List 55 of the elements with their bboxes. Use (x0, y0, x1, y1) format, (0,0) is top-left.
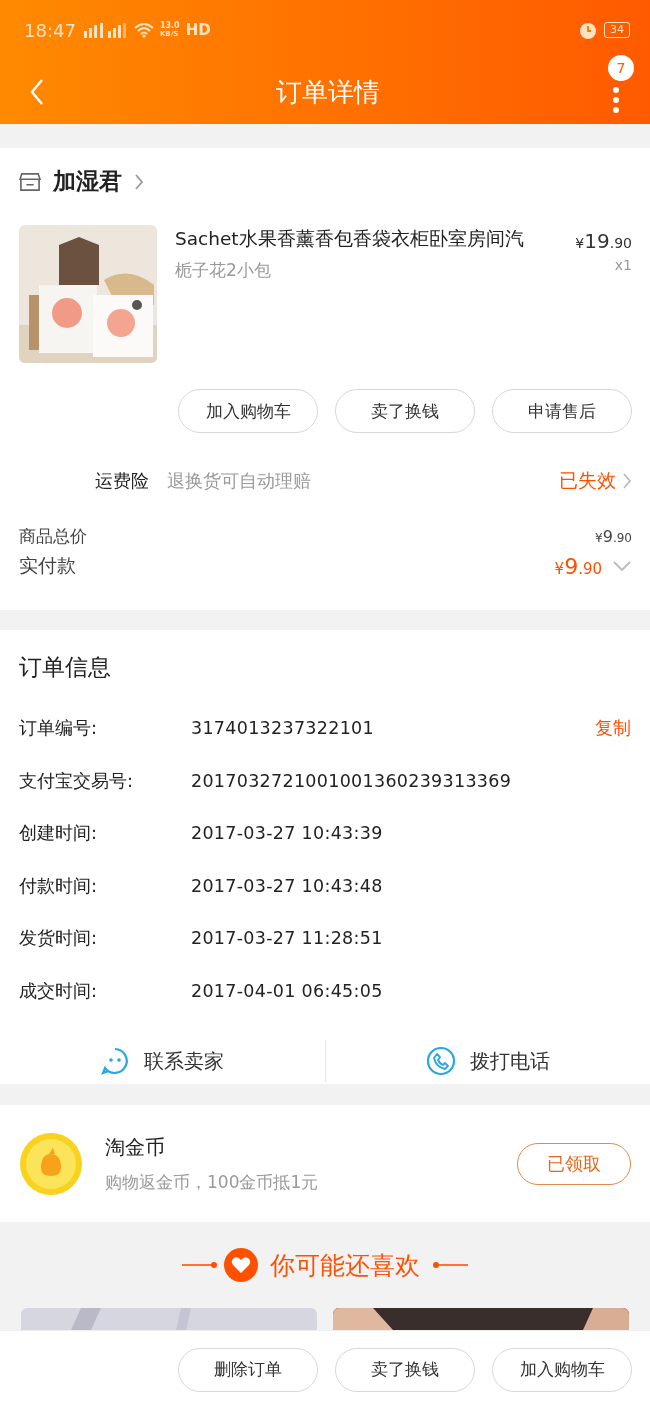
hd-indicator: HD (185, 21, 211, 39)
info-label: 创建时间: (19, 821, 99, 846)
contact-link[interactable]: 联系卖家 (144, 1047, 225, 1075)
info-value: 2017-03-27 11:28:51 (191, 928, 383, 949)
signal-icon (81, 22, 128, 38)
coins-title: 淘金币 (105, 1133, 166, 1161)
action-button[interactable]: 卖了换钱 (335, 389, 475, 433)
chat-icon[interactable] (100, 1046, 131, 1076)
coins-description: 购物返金币，100金币抵1元 (105, 1170, 320, 1194)
product-title[interactable]: Sachet水果香薰香包香袋衣柜卧室房间汽 (175, 227, 558, 251)
shop-name[interactable]: 加湿君 (53, 166, 122, 197)
status-time: 18:47 (24, 19, 76, 41)
divider-dash-icon (182, 1261, 218, 1269)
total-value: ¥9.90 (595, 526, 632, 546)
insurance-description: 退换货可自动理赔 (167, 469, 311, 493)
battery-level: 34 (604, 22, 630, 38)
bottom-action-button[interactable]: 卖了换钱 (335, 1347, 475, 1392)
chevron-down-icon[interactable] (612, 560, 632, 572)
info-value: 2017-03-27 10:43:48 (191, 875, 383, 896)
total-label: 商品总价 (19, 524, 87, 548)
section-title: 你可能还喜欢 (270, 1249, 420, 1282)
action-button[interactable]: 加入购物车 (178, 389, 318, 433)
more-icon[interactable] (612, 85, 620, 115)
action-button[interactable]: 申请售后 (492, 389, 632, 433)
wifi-icon (133, 22, 154, 38)
bottom-action-button[interactable]: 删除订单 (178, 1347, 318, 1392)
info-value: 2017-03-27 10:43:39 (191, 823, 383, 844)
chevron-icon (622, 472, 632, 490)
product-spec: 栀子花2小包 (175, 259, 272, 282)
paid-label: 实付款 (19, 553, 76, 578)
info-label: 订单编号: (19, 716, 99, 741)
network-speed: 13.0 (159, 21, 180, 30)
divider-dash-icon (432, 1261, 468, 1269)
store-icon (19, 171, 41, 192)
info-value: 3174013237322101 (191, 718, 374, 739)
back-icon[interactable] (30, 78, 44, 106)
coin-icon (19, 1131, 83, 1196)
info-value: 2017032721001001360239313369 (191, 770, 512, 791)
product-price: ¥19.90 (575, 229, 632, 253)
notification-badge: 7 (608, 55, 634, 81)
alarm-icon (578, 20, 598, 40)
contact-link[interactable]: 拨打电话 (469, 1047, 550, 1075)
product-quantity: x1 (614, 257, 632, 273)
info-label: 支付宝交易号: (19, 768, 135, 793)
phone-icon[interactable] (425, 1046, 456, 1076)
info-value: 2017-04-01 06:45:05 (191, 980, 383, 1001)
info-label: 付款时间: (19, 873, 99, 898)
info-label: 发货时间: (19, 926, 99, 951)
page-title: 订单详情 (275, 75, 381, 109)
section-title: 订单信息 (19, 652, 112, 682)
chevron-icon (134, 172, 144, 191)
info-label: 成交时间: (19, 978, 99, 1003)
bottom-action-button[interactable]: 加入购物车 (492, 1347, 632, 1392)
paid-value: ¥9.90 (554, 553, 602, 579)
insurance-label: 运费险 (95, 469, 149, 493)
